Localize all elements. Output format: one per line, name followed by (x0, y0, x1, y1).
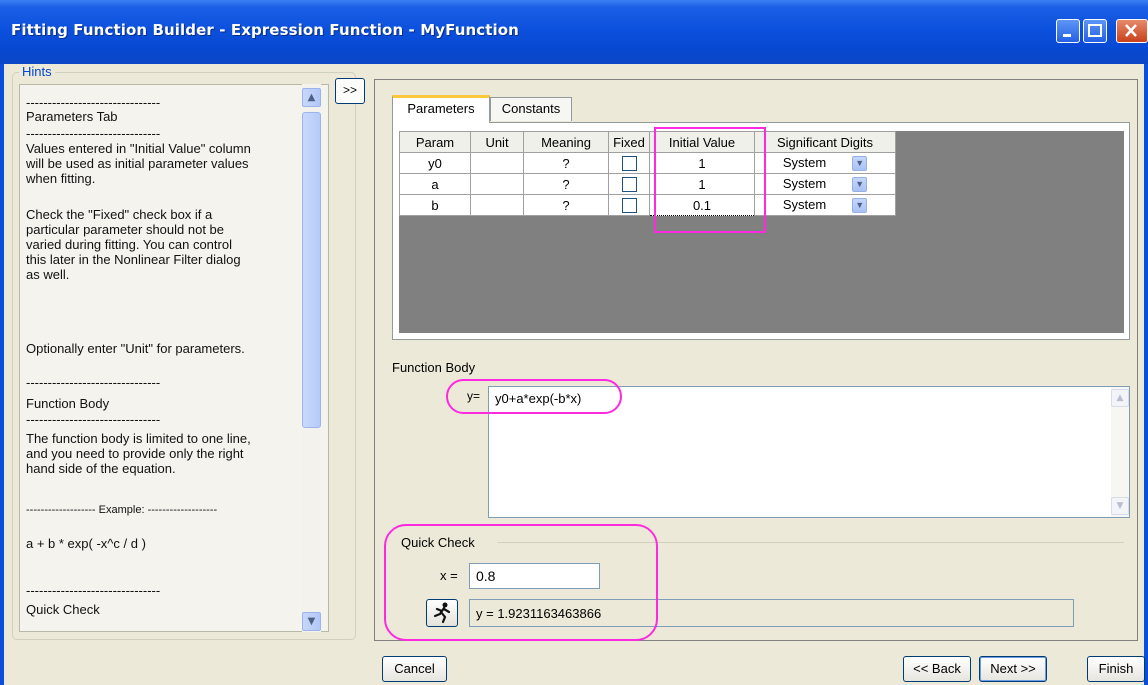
quick-check-legend: Quick Check (401, 535, 475, 550)
function-body-label: Function Body (392, 360, 476, 375)
hint-paragraph: Optionally enter "Unit" for parameters. (26, 341, 245, 356)
hint-heading: Quick Check (26, 602, 100, 617)
finish-button[interactable]: Finish (1087, 656, 1145, 682)
fixed-cell[interactable] (608, 194, 650, 216)
hint-heading: Parameters Tab (26, 109, 118, 124)
minimize-button[interactable] (1056, 19, 1080, 43)
digits-value: System (782, 196, 827, 212)
table-header-row: Param Unit Meaning Fixed Initial Value S… (399, 131, 896, 153)
initial-value-cell[interactable]: 1 (649, 152, 755, 174)
significant-digits-cell[interactable]: System ▼ (754, 152, 896, 174)
maximize-icon (1088, 24, 1102, 37)
meaning-cell[interactable]: ? (523, 173, 609, 195)
quick-check-divider (498, 542, 1124, 543)
quick-check-result: y = 1.9231163463866 (469, 599, 1074, 627)
hint-separator: ------------------------------- (26, 412, 161, 427)
chevron-down-icon[interactable]: ▼ (852, 177, 868, 193)
hints-scrollbar[interactable]: ▲ ▼ (302, 84, 321, 632)
hint-separator: ------------------------------- (26, 126, 161, 141)
scroll-thumb[interactable] (302, 112, 321, 428)
table-row: b ? 0.1 System ▼ (399, 194, 896, 216)
cancel-button[interactable]: Cancel (382, 656, 447, 682)
column-header: Initial Value (649, 131, 755, 153)
minimize-icon (1063, 34, 1071, 37)
x-label: x = (440, 568, 458, 583)
hint-example-separator: ------------------- Example: -----------… (26, 504, 218, 516)
run-quick-check-button[interactable] (426, 599, 458, 627)
unit-cell[interactable] (470, 194, 524, 216)
maximize-button[interactable] (1083, 19, 1107, 43)
hint-paragraph: Values entered in "Initial Value" column… (26, 141, 251, 186)
x-input[interactable]: 0.8 (469, 563, 600, 589)
hint-separator: ------------------------------- (26, 583, 161, 598)
column-header: Meaning (523, 131, 609, 153)
significant-digits-cell[interactable]: System ▼ (754, 173, 896, 195)
meaning-cell[interactable]: ? (523, 152, 609, 174)
function-body-editor[interactable]: y0+a*exp(-b*x) (488, 386, 1130, 518)
fixed-checkbox[interactable] (621, 177, 637, 193)
hint-paragraph: Check the "Fixed" check box if a particu… (26, 207, 241, 282)
parameter-table: Param Unit Meaning Fixed Initial Value S… (399, 131, 896, 216)
significant-digits-cell[interactable]: System ▼ (754, 194, 896, 216)
fixed-checkbox[interactable] (621, 198, 637, 214)
runner-icon (433, 602, 451, 624)
fixed-cell[interactable] (608, 152, 650, 174)
expand-button[interactable]: >> (335, 78, 365, 104)
scroll-down-icon[interactable]: ▼ (302, 612, 321, 631)
table-row: y0 ? 1 System ▼ (399, 152, 896, 174)
hint-separator: ------------------------------- (26, 95, 161, 110)
chevron-down-icon[interactable]: ▼ (852, 156, 868, 172)
close-button[interactable] (1116, 19, 1148, 43)
hints-text-area: ------------------------------- Paramete… (19, 84, 329, 632)
hint-heading: Function Body (26, 396, 110, 411)
hints-legend: Hints (19, 64, 55, 79)
column-header: Significant Digits (754, 131, 896, 153)
hint-paragraph: The function body is limited to one line… (26, 431, 251, 476)
initial-value-cell[interactable]: 1 (649, 173, 755, 195)
unit-cell[interactable] (470, 173, 524, 195)
param-name-cell[interactable]: b (399, 194, 471, 216)
digits-value: System (782, 154, 827, 170)
column-header: Unit (470, 131, 524, 153)
chevron-down-icon[interactable]: ▼ (852, 198, 868, 214)
fixed-checkbox[interactable] (621, 156, 637, 172)
table-row: a ? 1 System ▼ (399, 173, 896, 195)
tab-parameters[interactable]: Parameters (392, 95, 490, 123)
param-name-cell[interactable]: a (399, 173, 471, 195)
param-name-cell[interactable]: y0 (399, 152, 471, 174)
digits-value: System (782, 175, 827, 191)
fixed-cell[interactable] (608, 173, 650, 195)
meaning-cell[interactable]: ? (523, 194, 609, 216)
window-title: Fitting Function Builder - Expression Fu… (11, 21, 519, 39)
next-button[interactable]: Next >> (979, 656, 1047, 682)
hint-example: a + b * exp( -x^c / d ) (26, 536, 146, 551)
initial-value-cell[interactable]: 0.1 (649, 194, 755, 216)
column-header: Fixed (608, 131, 650, 153)
scroll-up-icon[interactable]: ▲ (1111, 389, 1129, 407)
close-icon (1125, 24, 1137, 37)
column-header: Param (399, 131, 471, 153)
tab-constants[interactable]: Constants (490, 97, 572, 121)
function-prefix-label: y= (467, 389, 481, 403)
back-button[interactable]: << Back (903, 656, 971, 682)
unit-cell[interactable] (470, 152, 524, 174)
scroll-down-icon[interactable]: ▼ (1111, 497, 1129, 515)
hint-separator: ------------------------------- (26, 375, 161, 390)
function-body-scrollbar[interactable]: ▲ ▼ (1111, 387, 1129, 517)
scroll-up-icon[interactable]: ▲ (302, 88, 321, 107)
